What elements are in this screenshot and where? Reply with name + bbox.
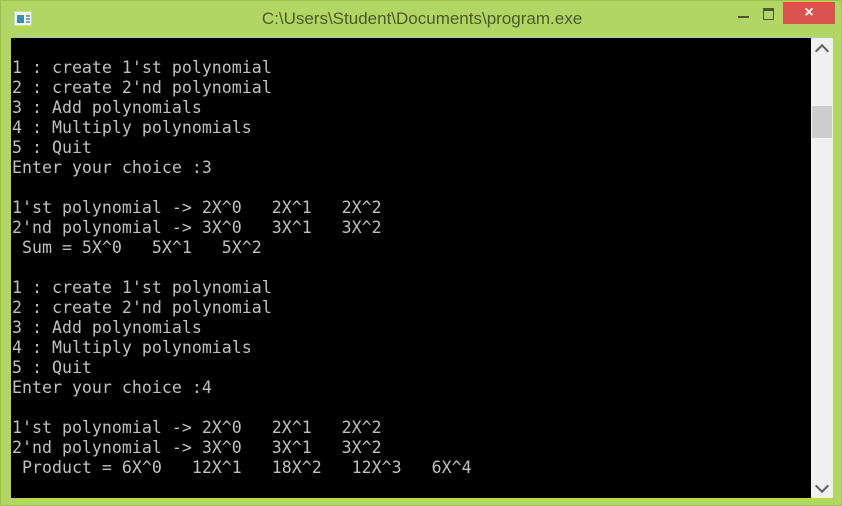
console-line: 4 : Multiply polynomials: [12, 338, 252, 357]
console-line: Enter your choice :3: [12, 158, 212, 177]
title-bar[interactable]: C:\Users\Student\Documents\program.exe ×: [1, 1, 842, 38]
console-line: 4 : Multiply polynomials: [12, 118, 252, 137]
console-line: 2 : create 2'nd polynomial: [12, 78, 272, 97]
scroll-thumb[interactable]: [812, 106, 832, 138]
console-line: 2 : create 2'nd polynomial: [12, 298, 272, 317]
console-line: Sum = 5X^0 5X^1 5X^2: [12, 238, 262, 257]
minimize-button[interactable]: [729, 7, 757, 27]
console-line: 3 : Add polynomials: [12, 318, 202, 337]
console-line: 1 : create 1'st polynomial: [12, 58, 272, 77]
chevron-up-icon: [814, 43, 830, 59]
close-button[interactable]: ×: [783, 2, 835, 24]
console-text: 1 : create 1'st polynomial 2 : create 2'n…: [12, 58, 472, 478]
console-line: 1'st polynomial -> 2X^0 2X^1 2X^2: [12, 418, 382, 437]
console-line: 2'nd polynomial -> 3X^0 3X^1 3X^2: [12, 438, 382, 457]
console-line: Product = 6X^0 12X^1 18X^2 12X^3 6X^4: [12, 458, 472, 477]
scroll-down-button[interactable]: [811, 476, 833, 498]
console-output[interactable]: 1 : create 1'st polynomial 2 : create 2'n…: [11, 38, 811, 498]
window-title: C:\Users\Student\Documents\program.exe: [261, 9, 583, 28]
console-window: C:\Users\Student\Documents\program.exe ×…: [0, 0, 842, 506]
console-line: 1 : create 1'st polynomial: [12, 278, 272, 297]
console-line: 3 : Add polynomials: [12, 98, 202, 117]
scroll-up-button[interactable]: [811, 38, 833, 60]
console-line: 5 : Quit: [12, 358, 92, 377]
vertical-scrollbar[interactable]: [811, 38, 833, 498]
console-line: 2'nd polynomial -> 3X^0 3X^1 3X^2: [12, 218, 382, 237]
console-line: Enter your choice :4: [12, 378, 212, 397]
console-line: 5 : Quit: [12, 138, 92, 157]
chevron-down-icon: [814, 478, 830, 494]
console-line: 1'st polynomial -> 2X^0 2X^1 2X^2: [12, 198, 382, 217]
